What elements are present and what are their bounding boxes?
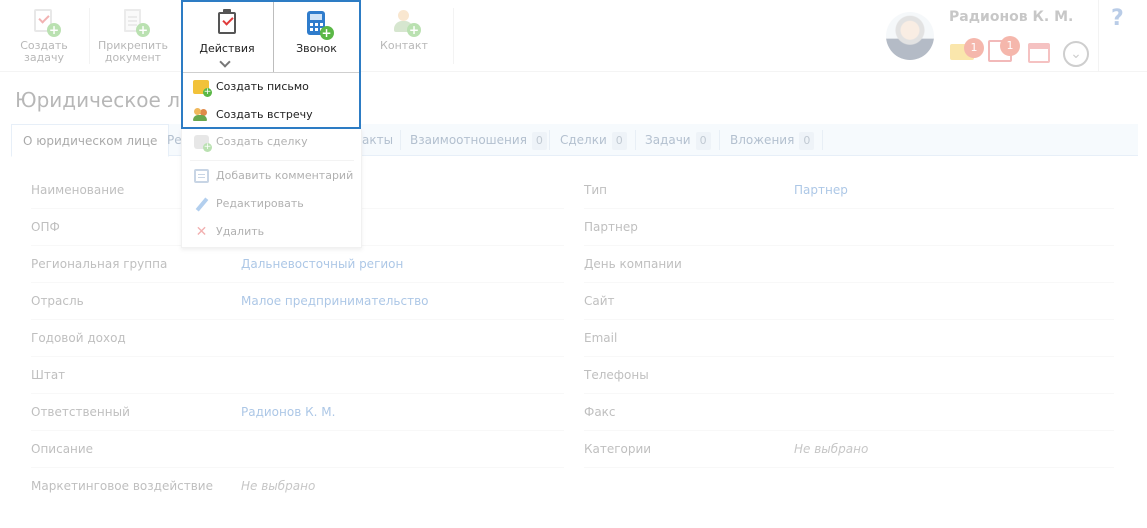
tab-about[interactable]: О юридическом лице — [11, 124, 170, 157]
field-row: Годовой доход — [31, 320, 564, 357]
help-icon[interactable]: ? — [1111, 6, 1124, 31]
field-row: Тип Партнер — [584, 172, 1114, 209]
create-task-icon: + — [29, 7, 61, 37]
field-row: День компании — [584, 246, 1114, 283]
toolbar: + Создать задачу + Прикрепить документ +… — [0, 0, 1147, 72]
user-menu-chevron-icon[interactable]: ⌄ — [1063, 41, 1089, 67]
calendar-icon[interactable] — [1028, 43, 1050, 63]
tab-relations-count: 0 — [531, 132, 547, 150]
tab-tasks-count: 0 — [695, 132, 711, 150]
tab-tasks[interactable]: Задачи 0 — [645, 124, 711, 156]
mail-icon[interactable]: 1 — [950, 38, 984, 60]
comment-icon — [194, 169, 209, 183]
field-row: Отрасль Малое предпринимательство — [31, 283, 564, 320]
attach-document-button[interactable]: + Прикрепить документ — [94, 0, 172, 72]
field-row: Маркетинговое воздействие Не выбрано — [31, 479, 316, 493]
actions-icon — [212, 9, 242, 40]
tab-deals[interactable]: Сделки 0 — [560, 124, 627, 156]
user-avatar[interactable] — [886, 12, 934, 60]
tasks-badge: 1 — [1000, 36, 1020, 56]
attach-document-icon: + — [118, 7, 150, 37]
contact-icon: + — [389, 7, 421, 37]
create-meeting-item[interactable]: Создать встречу — [191, 103, 313, 127]
letter-icon — [193, 80, 212, 97]
actions-button[interactable]: Действия — [183, 2, 271, 74]
create-task-label: Создать задачу — [20, 39, 68, 64]
actions-label: Действия — [199, 42, 255, 55]
user-name[interactable]: Радионов К. М. — [949, 9, 1073, 25]
tab-relations[interactable]: Взаимоотношения 0 — [410, 124, 547, 156]
create-deal-item[interactable]: Создать сделку — [192, 129, 308, 155]
create-task-button[interactable]: + Создать задачу — [12, 0, 76, 72]
create-deal-icon — [194, 135, 212, 152]
tab-requisites[interactable]: Ре — [167, 124, 182, 156]
add-comment-item[interactable]: Добавить комментарий — [192, 163, 353, 189]
phone-icon: + — [302, 10, 334, 40]
field-row: Штат — [31, 357, 564, 394]
attach-document-label: Прикрепить документ — [97, 39, 169, 64]
field-row: Ответственный Радионов К. М. — [31, 394, 564, 431]
field-row: Сайт — [584, 283, 1114, 320]
actions-dropdown-menu: Создать сделку Добавить комментарий Реда… — [181, 129, 362, 248]
tab-contacts[interactable]: акты — [362, 124, 393, 156]
delete-item[interactable]: ✕ Удалить — [192, 219, 265, 245]
tab-attachments-count: 0 — [799, 132, 815, 150]
edit-item[interactable]: Редактировать — [192, 191, 304, 217]
mail-badge: 1 — [964, 38, 984, 58]
field-row: Региональная группа Дальневосточный регио… — [31, 246, 564, 283]
delete-icon: ✕ — [195, 224, 208, 240]
tab-attachments[interactable]: Вложения 0 — [730, 124, 815, 156]
field-row: Email — [584, 320, 1114, 357]
field-row: Телефоны — [584, 357, 1114, 394]
actions-highlight-panel: Действия + Звонок Создать письмо Создать… — [181, 0, 361, 129]
pencil-icon — [194, 197, 209, 211]
call-button[interactable]: + Звонок — [274, 2, 359, 74]
tab-deals-count: 0 — [611, 132, 627, 150]
create-letter-item[interactable]: Создать письмо — [191, 75, 309, 99]
tasks-icon[interactable]: 1 — [988, 36, 1020, 62]
field-row: Партнер — [584, 209, 1114, 246]
call-label: Звонок — [296, 42, 337, 55]
contact-label: Контакт — [380, 39, 428, 52]
field-row: Факс — [584, 394, 1114, 431]
field-row: Категории Не выбрано — [584, 431, 1114, 468]
chevron-down-icon — [219, 56, 231, 68]
meeting-icon — [193, 108, 209, 122]
field-row: Описание — [31, 431, 564, 468]
contact-button[interactable]: + Контакт — [372, 0, 436, 72]
